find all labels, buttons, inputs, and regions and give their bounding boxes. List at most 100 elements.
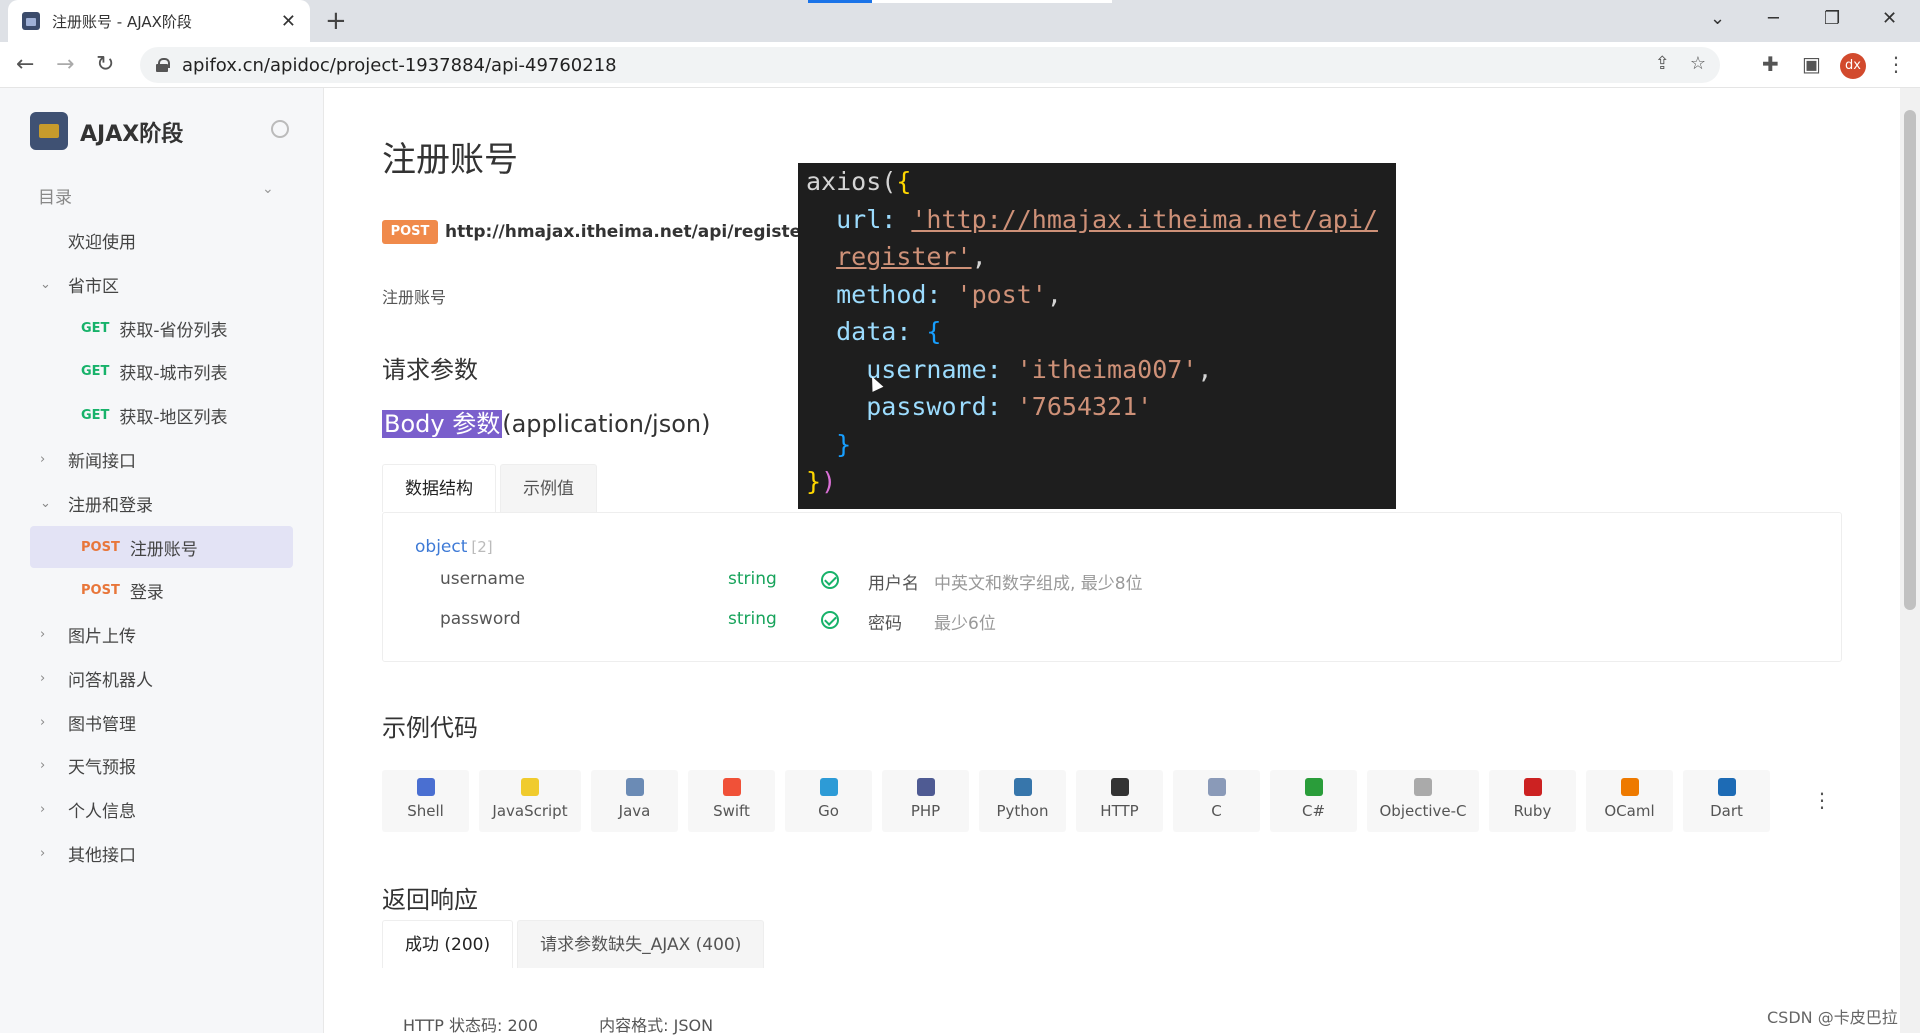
lang-label: PHP bbox=[910, 802, 941, 820]
lang-http-button[interactable]: HTTP bbox=[1076, 770, 1163, 832]
lang-objective-c-button[interactable]: Objective-C bbox=[1367, 770, 1479, 832]
tab-success-200[interactable]: 成功 (200) bbox=[382, 920, 514, 968]
sidebar-item-cities[interactable]: GET 获取-城市列表 bbox=[81, 350, 228, 392]
tab-data-structure[interactable]: 数据结构 bbox=[382, 464, 496, 512]
method-label: GET bbox=[81, 363, 110, 379]
address-toolbar: ← → ↻ apifox.cn/apidoc/project-1937884/a… bbox=[0, 42, 1920, 88]
scrollbar-thumb[interactable] bbox=[1904, 110, 1916, 610]
code-token: , bbox=[1197, 354, 1213, 384]
close-tab-icon[interactable]: ✕ bbox=[281, 11, 296, 32]
schema-root[interactable]: object [2] bbox=[415, 537, 493, 557]
code-line: register', bbox=[806, 242, 1388, 280]
page-title: 注册账号 bbox=[382, 140, 518, 180]
lang-javascript-button[interactable]: JavaScript bbox=[479, 770, 581, 832]
omnibox[interactable]: apifox.cn/apidoc/project-1937884/api-497… bbox=[140, 47, 1720, 83]
lock-icon[interactable] bbox=[156, 58, 170, 72]
code-line: axios({ bbox=[806, 167, 1388, 205]
api-description: 注册账号 bbox=[382, 288, 447, 307]
sidebar-item-label: 图片上传 bbox=[68, 626, 136, 647]
lang-ocaml-button[interactable]: OCaml bbox=[1586, 770, 1673, 832]
close-window-icon[interactable]: ✕ bbox=[1882, 8, 1897, 29]
method-label: GET bbox=[81, 407, 110, 423]
extensions-icon[interactable]: ✚ bbox=[1762, 52, 1779, 76]
watermark: CSDN @卡皮巴拉 bbox=[1767, 1008, 1898, 1027]
code-line: }) bbox=[806, 467, 1388, 505]
sidebar-item-label: 注册和登录 bbox=[68, 495, 153, 516]
lang-php-button[interactable]: PHP bbox=[882, 770, 969, 832]
code-token: axios( bbox=[806, 167, 897, 196]
page-scrollbar[interactable] bbox=[1900, 88, 1920, 1033]
bookmark-star-icon[interactable]: ☆ bbox=[1690, 53, 1706, 74]
shell-icon bbox=[416, 778, 435, 796]
code-token: url: bbox=[836, 204, 912, 234]
browser-tab[interactable]: 注册账号 - AJAX阶段 ✕ bbox=[8, 0, 310, 42]
url-text[interactable]: apifox.cn/apidoc/project-1937884/api-497… bbox=[182, 55, 617, 76]
java-icon bbox=[625, 778, 644, 796]
collapse-icon[interactable]: ⌄ bbox=[262, 181, 274, 197]
sidebar-item-districts[interactable]: GET 获取-地区列表 bbox=[81, 394, 228, 436]
tab-error-400[interactable]: 请求参数缺失_AJAX (400) bbox=[517, 920, 765, 968]
sidebar-item-login[interactable]: POST 登录 bbox=[81, 569, 164, 611]
api-url[interactable]: http://hmajax.itheima.net/api/register bbox=[445, 222, 810, 242]
new-tab-icon[interactable]: + bbox=[325, 6, 347, 36]
required-check-icon bbox=[821, 611, 839, 629]
code-line: username: 'itheima007', bbox=[806, 355, 1388, 393]
sidebar-group-news[interactable]: › 新闻接口 bbox=[40, 438, 136, 480]
field-label: 用户名 bbox=[868, 574, 919, 594]
lang-c-button[interactable]: C bbox=[1173, 770, 1260, 832]
lang-label: C bbox=[1211, 802, 1222, 820]
side-panel-icon[interactable]: ▣ bbox=[1802, 52, 1821, 76]
sidebar-group-auth[interactable]: ⌄ 注册和登录 bbox=[40, 482, 153, 524]
lang-swift-button[interactable]: Swift bbox=[688, 770, 775, 832]
profile-avatar[interactable]: dx bbox=[1840, 53, 1866, 79]
http-status: HTTP 状态码: 200 bbox=[403, 1016, 539, 1035]
sidebar-group-others[interactable]: › 其他接口 bbox=[40, 832, 136, 874]
share-icon[interactable]: ⇪ bbox=[1655, 53, 1670, 74]
lang-java-button[interactable]: Java bbox=[591, 770, 678, 832]
lang-label: Shell bbox=[407, 802, 444, 820]
lang-csharp-button[interactable]: C# bbox=[1270, 770, 1357, 832]
response-heading: 返回响应 bbox=[382, 886, 478, 914]
lang-go-button[interactable]: Go bbox=[785, 770, 872, 832]
csharp-icon bbox=[1304, 778, 1323, 796]
chevron-right-icon: › bbox=[40, 451, 46, 467]
back-icon[interactable]: ← bbox=[16, 52, 34, 77]
restore-icon[interactable]: ❐ bbox=[1824, 8, 1840, 29]
code-token: register' bbox=[836, 242, 972, 271]
sidebar-group-weather[interactable]: › 天气预报 bbox=[40, 744, 136, 786]
sidebar-item-provinces[interactable]: GET 获取-省份列表 bbox=[81, 307, 228, 349]
minimize-icon[interactable]: ─ bbox=[1768, 8, 1779, 29]
menu-icon[interactable]: ⋮ bbox=[1886, 52, 1906, 76]
code-line: url: 'http://hmajax.itheima.net/api/ bbox=[806, 205, 1388, 243]
search-icon[interactable] bbox=[271, 120, 289, 138]
loading-indicator-track bbox=[872, 0, 1112, 3]
sidebar-group-profile[interactable]: › 个人信息 bbox=[40, 788, 136, 830]
sidebar-group-books[interactable]: › 图书管理 bbox=[40, 701, 136, 743]
sidebar-group-chatbot[interactable]: › 问答机器人 bbox=[40, 657, 153, 699]
chevron-right-icon: › bbox=[40, 626, 46, 642]
reload-icon[interactable]: ↻ bbox=[96, 52, 114, 77]
lang-dart-button[interactable]: Dart bbox=[1683, 770, 1770, 832]
sidebar-group-upload[interactable]: › 图片上传 bbox=[40, 613, 136, 655]
field-description: 中英文和数字组成, 最少8位 bbox=[934, 574, 1143, 594]
request-params-heading: 请求参数 bbox=[382, 356, 478, 384]
sidebar-item-label: 问答机器人 bbox=[68, 670, 153, 691]
lang-label: JavaScript bbox=[492, 802, 568, 820]
go-icon bbox=[819, 778, 838, 796]
tab-example-value[interactable]: 示例值 bbox=[500, 464, 597, 512]
response-tabs: 成功 (200) 请求参数缺失_AJAX (400) bbox=[382, 920, 768, 968]
code-line: password: '7654321' bbox=[806, 392, 1388, 430]
lang-python-button[interactable]: Python bbox=[979, 770, 1066, 832]
lang-shell-button[interactable]: Shell bbox=[382, 770, 469, 832]
sidebar-item-welcome[interactable]: 欢迎使用 bbox=[68, 219, 136, 261]
forward-icon[interactable]: → bbox=[56, 52, 74, 77]
tab-search-icon[interactable]: ⌄ bbox=[1710, 8, 1725, 29]
field-name: username bbox=[440, 569, 525, 589]
code-token: { bbox=[926, 317, 942, 346]
sidebar-item-register[interactable]: POST 注册账号 bbox=[81, 526, 198, 568]
sidebar-group-region[interactable]: ⌄ 省市区 bbox=[40, 263, 119, 305]
method-label: POST bbox=[81, 539, 120, 555]
lang-ruby-button[interactable]: Ruby bbox=[1489, 770, 1576, 832]
lang-label: Java bbox=[618, 802, 651, 820]
more-options-icon[interactable]: ⋮ bbox=[1812, 788, 1832, 812]
